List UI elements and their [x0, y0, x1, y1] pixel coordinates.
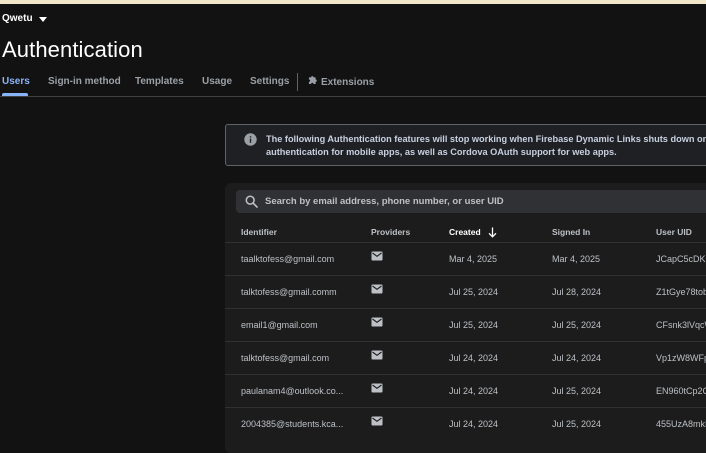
table-row[interactable]: talktofess@gmail.com Jul 24, 2024 Jul 24…: [225, 341, 706, 374]
arrow-down-icon[interactable]: [488, 227, 497, 238]
tab-usage[interactable]: Usage: [202, 76, 232, 87]
mail-icon: [371, 317, 383, 327]
table-row[interactable]: taalktofess@gmail.com Mar 4, 2025 Mar 4,…: [225, 242, 706, 275]
tab-extensions-label: Extensions: [321, 77, 375, 88]
cell-identifier: talktofess@gmail.com: [241, 353, 330, 363]
cell-signed-in: Jul 28, 2024: [552, 287, 602, 297]
table-row[interactable]: 2004385@students.kca... Jul 24, 2024 Jul…: [225, 407, 706, 440]
cell-signed-in: Jul 24, 2024: [552, 353, 602, 363]
cell-signed-in: Jul 25, 2024: [552, 419, 602, 429]
project-name: Qwetu: [2, 13, 33, 24]
cell-identifier: taalktofess@gmail.com: [241, 254, 335, 264]
mail-icon: [371, 416, 383, 426]
mail-icon: [371, 350, 383, 360]
mail-icon: [371, 383, 383, 393]
top-banner-stripe: [0, 0, 706, 4]
cell-created: Jul 24, 2024: [449, 386, 499, 396]
search-input[interactable]: [265, 190, 705, 213]
cell-identifier: paulanam4@outlook.co...: [241, 386, 344, 396]
column-header-signed-in: Signed In: [552, 227, 591, 237]
cell-signed-in: Jul 25, 2024: [552, 386, 602, 396]
cell-user-uid: Z1tGye78tob: [656, 287, 706, 297]
tab-bar: Users Sign-in method Templates Usage Set…: [0, 70, 706, 97]
cell-identifier: email1@gmail.com: [241, 320, 318, 330]
tab-templates[interactable]: Templates: [135, 76, 184, 87]
tab-settings[interactable]: Settings: [250, 76, 289, 87]
cell-identifier: talktofess@gmail.comm: [241, 287, 337, 297]
info-icon: [244, 133, 257, 146]
cell-user-uid: EN960tCp2C: [656, 386, 706, 396]
cell-signed-in: Mar 4, 2025: [552, 254, 601, 264]
column-header-providers: Providers: [371, 227, 411, 237]
cell-created: Mar 4, 2025: [449, 254, 498, 264]
mail-icon: [371, 284, 383, 294]
tab-extensions[interactable]: Extensions: [308, 76, 374, 88]
cell-created: Jul 24, 2024: [449, 353, 499, 363]
cell-signed-in: Jul 25, 2024: [552, 320, 602, 330]
tab-users[interactable]: Users: [2, 76, 30, 87]
cell-identifier: 2004385@students.kca...: [241, 419, 344, 429]
cell-user-uid: Vp1zW8WFp: [656, 353, 706, 363]
notice-line-1: The following Authentication features wi…: [266, 134, 706, 144]
puzzle-icon: [308, 76, 317, 84]
project-selector[interactable]: Qwetu: [2, 13, 47, 24]
users-panel: Identifier Providers Created Signed In U…: [225, 183, 706, 453]
notice-text: The following Authentication features wi…: [266, 133, 706, 159]
column-header-user-uid: User UID: [656, 227, 692, 237]
dynamic-links-notice: The following Authentication features wi…: [225, 124, 706, 166]
cell-user-uid: CFsnk3lVqcW: [656, 320, 706, 330]
caret-down-icon: [38, 16, 47, 22]
cell-user-uid: JCapC5cDKD: [656, 254, 706, 264]
search-icon: [245, 195, 258, 208]
column-header-created-label: Created: [449, 227, 481, 237]
mail-icon: [371, 251, 383, 261]
cell-user-uid: 455UzA8mkI: [656, 419, 706, 429]
notice-line-2: authentication for mobile apps, as well …: [266, 147, 617, 157]
active-tab-indicator: [2, 93, 28, 96]
table-row[interactable]: talktofess@gmail.comm Jul 25, 2024 Jul 2…: [225, 275, 706, 308]
cell-created: Jul 25, 2024: [449, 320, 499, 330]
tab-divider: [297, 73, 298, 91]
tab-sign-in-method[interactable]: Sign-in method: [48, 76, 121, 87]
column-header-identifier: Identifier: [241, 227, 277, 237]
search-bar[interactable]: [236, 190, 706, 213]
table-row[interactable]: paulanam4@outlook.co... Jul 24, 2024 Jul…: [225, 374, 706, 407]
table-row[interactable]: email1@gmail.com Jul 25, 2024 Jul 25, 20…: [225, 308, 706, 341]
column-header-created[interactable]: Created: [449, 227, 497, 238]
page-title: Authentication: [2, 37, 143, 62]
cell-created: Jul 25, 2024: [449, 287, 499, 297]
cell-created: Jul 24, 2024: [449, 419, 499, 429]
